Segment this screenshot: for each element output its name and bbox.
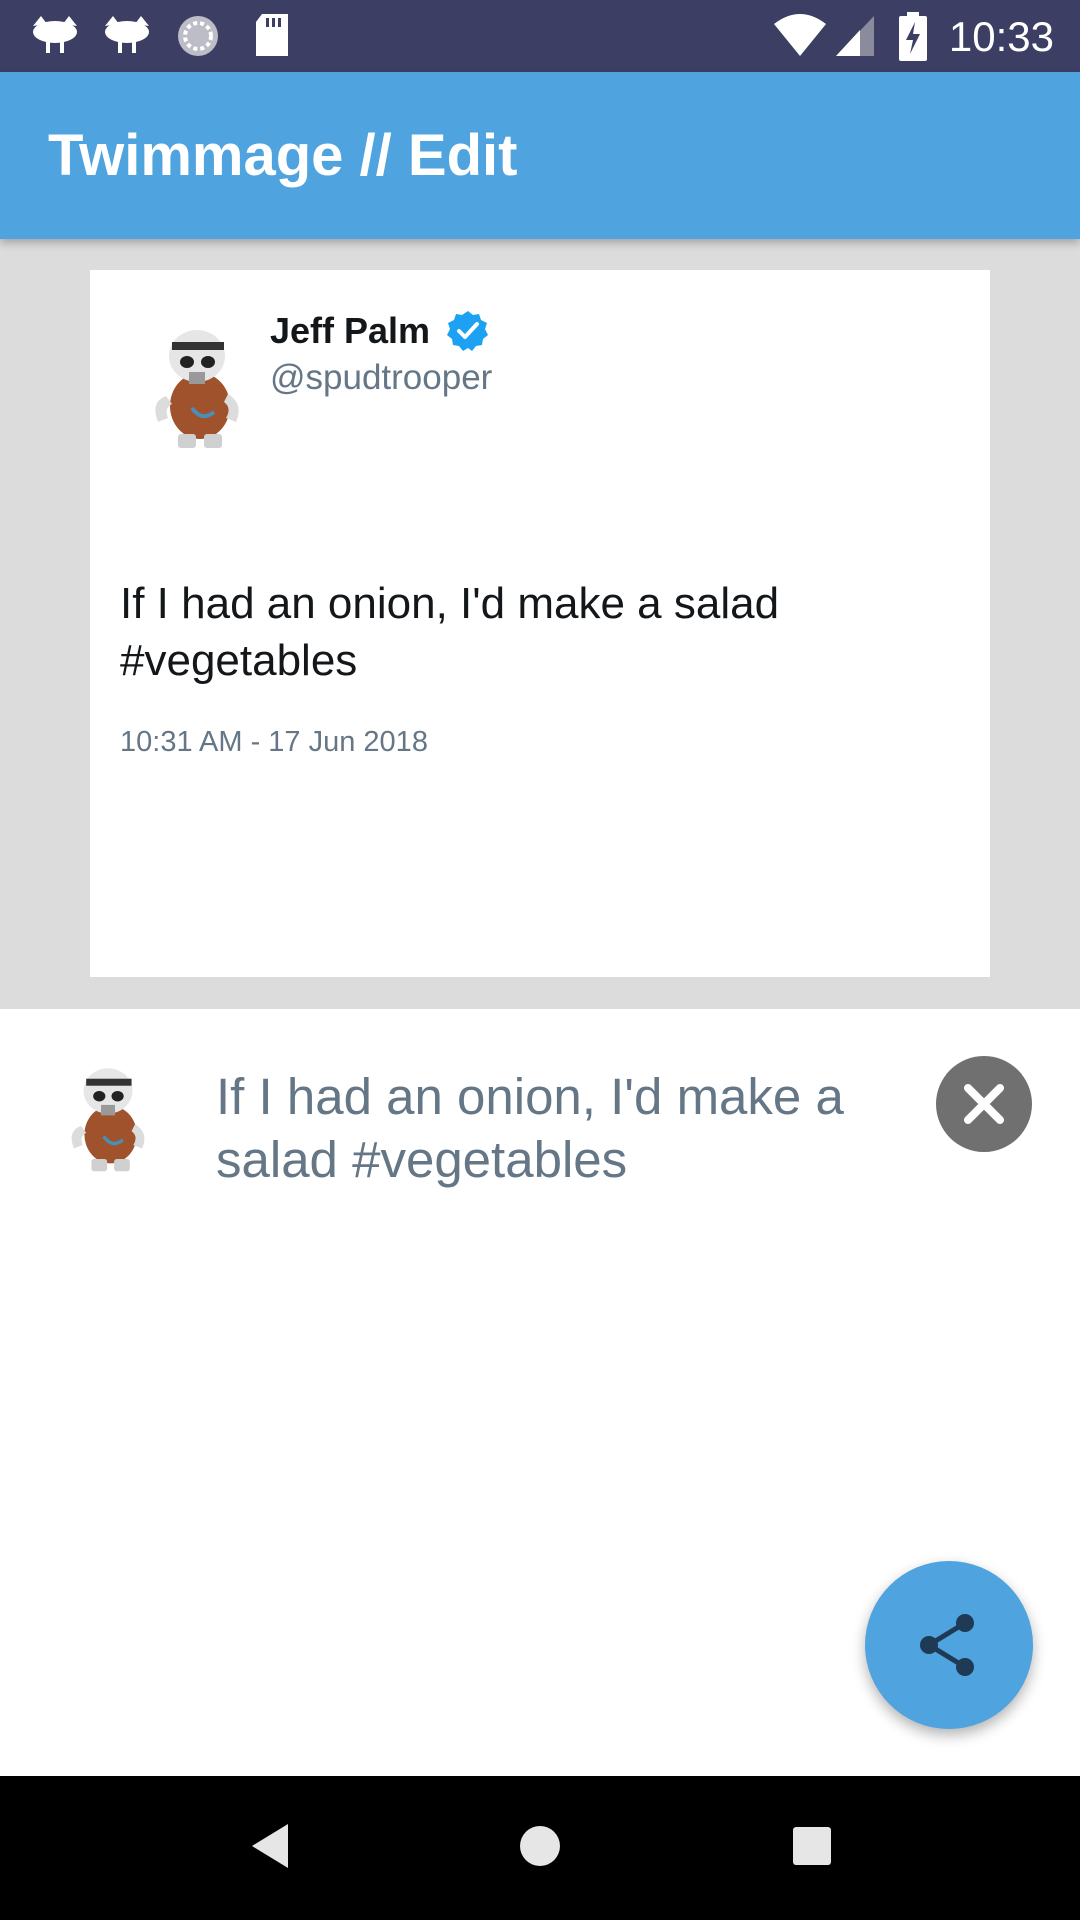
wifi-icon xyxy=(774,14,826,56)
bird-notification-icon xyxy=(105,16,149,53)
tweet-author-row: Jeff Palm xyxy=(270,306,490,356)
avatar xyxy=(71,1068,145,1172)
back-icon[interactable] xyxy=(248,1820,292,1872)
sync-icon xyxy=(178,16,218,56)
battery-charging-icon xyxy=(899,12,927,61)
share-icon xyxy=(920,1614,974,1676)
clear-button[interactable] xyxy=(936,1056,1032,1152)
signal-icon xyxy=(836,16,874,56)
home-icon[interactable] xyxy=(518,1820,562,1872)
app-bar: Twimmage // Edit xyxy=(0,72,1080,239)
tweet-card: Jeff Palm @spudtrooper If I had an onion… xyxy=(90,270,990,977)
verified-badge-icon xyxy=(447,311,489,351)
tweet-text-input[interactable]: If I had an onion, I'd make a salad #veg… xyxy=(216,1065,896,1191)
tweet-text: If I had an onion, I'd make a salad #veg… xyxy=(120,579,780,685)
recents-icon[interactable] xyxy=(790,1820,834,1872)
close-icon xyxy=(964,1084,1004,1124)
sd-card-icon xyxy=(256,14,288,56)
tweet-preview-area: Jeff Palm @spudtrooper If I had an onion… xyxy=(0,239,1080,1009)
status-bar: 10:33 xyxy=(0,0,1080,72)
app-title: Twimmage // Edit xyxy=(48,123,518,188)
share-button[interactable] xyxy=(865,1561,1033,1729)
avatar xyxy=(155,330,239,448)
tweet-author-name: Jeff Palm xyxy=(270,310,431,351)
tweet-author-handle: @spudtrooper xyxy=(270,358,493,397)
navigation-bar xyxy=(0,1776,1080,1920)
tweet-timestamp: 10:31 AM - 17 Jun 2018 xyxy=(120,726,428,758)
status-time: 10:33 xyxy=(948,13,1054,60)
bird-notification-icon xyxy=(33,16,77,53)
